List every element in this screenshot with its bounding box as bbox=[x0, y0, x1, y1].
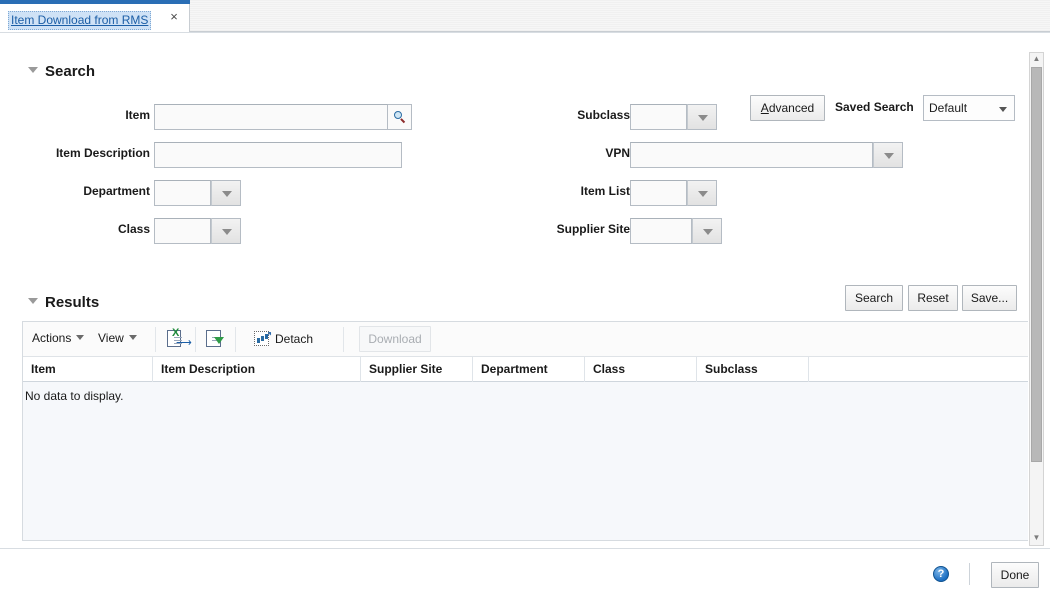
actions-menu[interactable]: Actions bbox=[32, 331, 85, 345]
view-menu-label: View bbox=[98, 331, 124, 345]
chevron-down-icon bbox=[222, 191, 232, 197]
class-label: Class bbox=[117, 222, 150, 236]
vpn-dropdown-button[interactable] bbox=[873, 142, 903, 168]
field-row-subclass: Subclass bbox=[490, 104, 910, 130]
content-area: ▲ ▼ Search Advanced Saved Search Default… bbox=[0, 32, 1050, 548]
vpn-input[interactable] bbox=[630, 142, 873, 168]
detach-button[interactable]: ↗ Detach bbox=[249, 327, 319, 352]
done-button[interactable]: Done bbox=[991, 562, 1039, 588]
chevron-down-icon bbox=[76, 335, 85, 340]
item-list-dropdown-button[interactable] bbox=[687, 180, 717, 206]
column-header-supplier-site[interactable]: Supplier Site bbox=[361, 357, 473, 382]
item-description-label: Item Description bbox=[55, 146, 150, 160]
tab-label: Item Download from RMS bbox=[8, 11, 152, 30]
toolbar-separator bbox=[235, 327, 236, 352]
scroll-down-arrow-icon[interactable]: ▼ bbox=[1030, 532, 1043, 545]
vpn-label: VPN bbox=[605, 146, 630, 160]
scrollbar-thumb[interactable] bbox=[1031, 67, 1042, 462]
footer-separator bbox=[969, 563, 970, 585]
results-disclosure-icon[interactable] bbox=[28, 298, 38, 304]
class-input[interactable] bbox=[154, 218, 211, 244]
item-list-input[interactable] bbox=[630, 180, 687, 206]
chevron-down-icon bbox=[999, 107, 1007, 112]
column-header-class[interactable]: Class bbox=[585, 357, 697, 382]
column-header-item-description[interactable]: Item Description bbox=[153, 357, 361, 382]
scroll-up-arrow-icon[interactable]: ▲ bbox=[1030, 53, 1043, 66]
department-input[interactable] bbox=[154, 180, 211, 206]
page-scrollbar[interactable]: ▲ ▼ bbox=[1029, 52, 1044, 546]
department-label: Department bbox=[83, 184, 150, 198]
item-input[interactable] bbox=[154, 104, 388, 130]
help-icon[interactable]: ? bbox=[933, 566, 949, 582]
toolbar-separator bbox=[343, 327, 344, 352]
column-header-item[interactable]: Item bbox=[23, 357, 153, 382]
toolbar-separator bbox=[155, 327, 156, 352]
save-search-button[interactable]: Save... bbox=[962, 285, 1017, 311]
tab-strip: Item Download from RMS × bbox=[0, 0, 1050, 32]
supplier-site-input[interactable] bbox=[630, 218, 692, 244]
class-dropdown-button[interactable] bbox=[211, 218, 241, 244]
tab-item-download-from-rms[interactable]: Item Download from RMS × bbox=[0, 0, 190, 32]
item-search-lov-button[interactable] bbox=[388, 104, 412, 130]
export-to-excel-button[interactable]: X ⟶ bbox=[163, 327, 192, 352]
toolbar-separator bbox=[195, 327, 196, 352]
item-description-input[interactable] bbox=[154, 142, 402, 168]
department-dropdown-button[interactable] bbox=[211, 180, 241, 206]
field-row-department: Department bbox=[28, 180, 418, 206]
table-body: No data to display. bbox=[23, 382, 1028, 540]
reset-button[interactable]: Reset bbox=[908, 285, 958, 311]
detach-label: Detach bbox=[275, 332, 314, 346]
detach-icon: ↗ bbox=[254, 331, 272, 346]
results-title: Results bbox=[45, 294, 100, 311]
chevron-down-icon bbox=[128, 335, 137, 340]
field-row-vpn: VPN bbox=[490, 142, 910, 168]
search-icon bbox=[394, 111, 406, 124]
download-button[interactable]: Download bbox=[359, 326, 431, 352]
results-toolbar: Actions View X ⟶ ↗ Detach Download bbox=[23, 322, 1028, 357]
chevron-down-icon bbox=[222, 229, 232, 235]
subclass-label: Subclass bbox=[577, 108, 630, 122]
chevron-down-icon bbox=[698, 115, 708, 121]
subclass-dropdown-button[interactable] bbox=[687, 104, 717, 130]
field-row-item: Item bbox=[28, 104, 418, 130]
search-button[interactable]: Search bbox=[845, 285, 903, 311]
actions-menu-label: Actions bbox=[32, 331, 72, 345]
application-window: Item Download from RMS × ▲ ▼ Search Adva… bbox=[0, 0, 1050, 591]
no-data-message: No data to display. bbox=[25, 389, 124, 403]
saved-search-value: Default bbox=[929, 101, 968, 115]
item-list-label: Item List bbox=[580, 184, 630, 198]
close-icon[interactable]: × bbox=[167, 10, 181, 24]
tab-strip-empty-area bbox=[190, 0, 1050, 31]
dialog-footer bbox=[0, 548, 1050, 591]
search-disclosure-icon[interactable] bbox=[28, 67, 38, 73]
view-menu[interactable]: View bbox=[98, 331, 137, 345]
field-row-item-list: Item List bbox=[490, 180, 910, 206]
column-header-subclass[interactable]: Subclass bbox=[697, 357, 809, 382]
results-table-panel: Actions View X ⟶ ↗ Detach Download Item … bbox=[22, 321, 1028, 541]
column-header-department[interactable]: Department bbox=[473, 357, 585, 382]
saved-search-select[interactable]: Default bbox=[923, 95, 1015, 121]
tab-active-accent bbox=[0, 0, 190, 4]
chevron-down-icon bbox=[884, 153, 894, 159]
funnel-glyph bbox=[214, 337, 224, 344]
field-row-supplier-site: Supplier Site bbox=[490, 218, 910, 244]
supplier-site-label: Supplier Site bbox=[556, 222, 630, 236]
item-label: Item bbox=[125, 108, 150, 122]
chevron-down-icon bbox=[703, 229, 713, 235]
query-by-example-button[interactable] bbox=[203, 327, 229, 352]
subclass-input[interactable] bbox=[630, 104, 687, 130]
search-section-header: Search bbox=[28, 63, 95, 80]
chevron-down-icon bbox=[698, 191, 708, 197]
supplier-site-dropdown-button[interactable] bbox=[692, 218, 722, 244]
field-row-item-description: Item Description bbox=[28, 142, 418, 168]
field-row-class: Class bbox=[28, 218, 418, 244]
search-title: Search bbox=[45, 63, 96, 80]
arrow-glyph: ⟶ bbox=[176, 337, 192, 349]
results-section-header: Results bbox=[28, 294, 99, 311]
table-header-row: Item Item Description Supplier Site Depa… bbox=[23, 357, 1028, 382]
